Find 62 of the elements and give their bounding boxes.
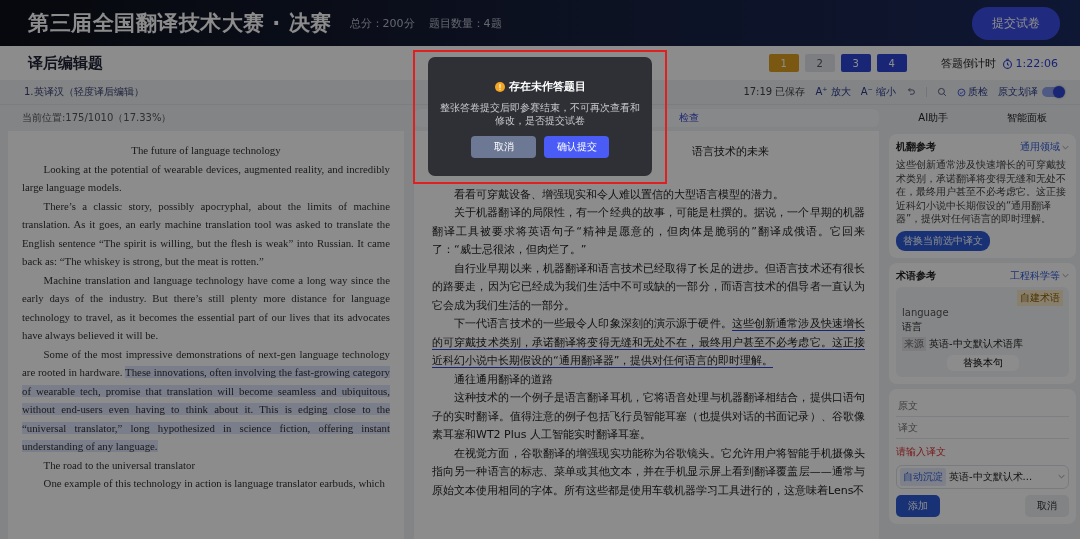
source-paragraph: Machine translation and language technology have come a long way since the early days of the industry. But there’s still plenty more distance for language technology to travel, as it becomes the essential part of our lives that its advocates have always believed it will be. bbox=[22, 272, 390, 343]
term-target: 语言 bbox=[902, 319, 923, 334]
total-score: 总分：200分 bbox=[349, 15, 415, 31]
dialog-title: 存在未作答题目 bbox=[508, 79, 586, 94]
search-icon[interactable] bbox=[937, 87, 947, 97]
quality-check-button[interactable]: 质检 bbox=[957, 85, 988, 99]
translation-paragraph[interactable]: 关于机器翻译的局限性，有一个经典的故事，可能是杜撰的。据说，一个早期的机器翻译工具被要求将英语句子“精神是愿意的，但肉体是脆弱的”翻译成俄语。它回来了：“威士忌很浓，但肉烂了。” bbox=[432, 204, 865, 260]
confirm-submit-button[interactable]: 确认提交 bbox=[544, 136, 609, 158]
cancel-button[interactable]: 取消 bbox=[1025, 494, 1069, 517]
chevron-down-icon bbox=[1058, 474, 1065, 479]
translation-paragraph[interactable]: 在视觉方面，谷歌翻译的增强现实功能称为谷歌镜头。它允许用户将智能手机摄像头指向另一种语言的标志、菜单或其他文本，并在手机显示屏上看到翻译覆盖层——通常与原始文本使用相同的字体。所有这些都是使用车载机器学习工具进行的，这意味着Lens不 bbox=[432, 444, 865, 500]
add-button[interactable]: 添加 bbox=[896, 494, 940, 517]
dialog-message: 整张答卷提交后即参赛结束，不可再次查看和修改，是否提交试卷 bbox=[440, 101, 640, 127]
countdown-label: 答题倒计时 bbox=[940, 55, 996, 71]
domain-dropdown[interactable]: 通用领域 bbox=[1020, 140, 1069, 154]
question-title: 1.英译汉（轻度译后编辑） bbox=[24, 85, 144, 99]
source-paragraph: There’s a classic story, possibly apocryphal, about the limits of machine translation. As it goes, an early machine translation tool was asked to translate the English sentence “The spirit is willing, but the flesh is weak” into Russian. It came back as: “The whiskey is strong, but the meat is rotten.” bbox=[22, 198, 390, 269]
check-link[interactable]: 检查 bbox=[679, 111, 699, 125]
zoom-out-button[interactable]: A⁻ 缩小 bbox=[860, 85, 896, 99]
undo-icon[interactable] bbox=[906, 87, 916, 97]
save-status: 17:19 已保存 bbox=[743, 85, 806, 99]
translation-paragraph[interactable]: 下一代语言技术的一些最令人印象深刻的演示源于硬件。这些创新通常涉及快速增长的可穿戴技术类别，承诺翻译将变得无缝和无处不在，最终用户甚至不必考虑它。这正接近科幻小说中长期假设的“通用翻译器”，提供对任何语言的即时理解。 bbox=[432, 315, 865, 371]
chevron-down-icon bbox=[1062, 144, 1069, 150]
panel-tab[interactable]: 智能面板 bbox=[1000, 110, 1053, 126]
check-circle-icon bbox=[957, 87, 966, 97]
translation-paragraph[interactable]: 看看可穿戴设备、增强现实和令人难以置信的大型语言模型的潜力。 bbox=[432, 185, 865, 204]
error-message: 请输入译文 bbox=[896, 444, 947, 459]
question-count: 题目数量：4题 bbox=[428, 15, 502, 31]
source-paragraph: Looking at the potential of wearable devices, augmented reality, and incredibly large language models. bbox=[22, 161, 390, 195]
section-title: 译后编辑题 bbox=[28, 53, 103, 73]
toggle-label: 原文划译 bbox=[998, 85, 1038, 99]
termbase-select[interactable]: 自动沉淀 英语-中文默认术... bbox=[896, 464, 1069, 489]
zoom-in-button[interactable]: A⁺ 放大 bbox=[815, 85, 851, 99]
term-origin: 英语-中文默认术语库 bbox=[929, 336, 1023, 351]
replace-sentence-button[interactable]: 替换本句 bbox=[946, 354, 1019, 371]
warning-icon bbox=[494, 81, 505, 92]
position-indicator: 当前位置:175/1010（17.33%） bbox=[21, 111, 173, 125]
question-number-button[interactable]: 3 bbox=[840, 54, 871, 72]
mt-text: 这些创新通常涉及快速增长的可穿戴技术类别，承诺翻译将变得无缝和无处不在，最终用户甚至不必考虑它。这正接近科幻小说中长期假设的“通用翻译器”，提供对任何语言的即时理解。 bbox=[896, 158, 1067, 226]
domain-dropdown[interactable]: 工程科学等 bbox=[1010, 268, 1069, 283]
translation-paragraph[interactable]: 自行业早期以来，机器翻译和语言技术已经取得了长足的进步。但语言技术还有很长的路要走，因为它已经成为我们生活中不可或缺的一部分，而语言技术的倡导者一直认为它会成为我们生活的一部分。 bbox=[432, 259, 865, 315]
card-title: 术语参考 bbox=[896, 268, 936, 283]
translation-paragraph[interactable]: 这种技术的一个例子是语言翻译耳机，它将语音处理与机器翻译相结合，提供口语句子的实时翻译。值得注意的例子包括飞行员智能耳塞（也提供对话的书面记录）、谷歌像素耳塞和WT2 Plus 人工智能实时翻译耳塞。 bbox=[432, 389, 865, 445]
chevron-down-icon bbox=[1062, 273, 1069, 278]
countdown-time: 1:22:06 bbox=[1015, 56, 1058, 70]
term-source: language bbox=[902, 306, 950, 318]
source-paragraph: The road to the universal translator bbox=[42, 457, 196, 473]
term-badge: 自建术语 bbox=[1017, 289, 1063, 306]
question-number-button[interactable]: 4 bbox=[876, 54, 907, 72]
cancel-button[interactable]: 取消 bbox=[471, 136, 536, 158]
translation-paragraph[interactable]: 通往通用翻译的道路 bbox=[432, 370, 865, 389]
timer-icon bbox=[1001, 57, 1013, 69]
source-paragraph: The future of language technology bbox=[130, 143, 282, 158]
replace-selection-button[interactable]: 替换当前选中译文 bbox=[896, 230, 990, 251]
source-paragraph: One example of this technology in action is language translator earbuds, which bbox=[42, 476, 386, 491]
toggle-switch[interactable] bbox=[1042, 87, 1064, 97]
contest-title: 第三届全国翻译技术大赛 · 决赛 bbox=[28, 10, 332, 37]
card-title: 机翻参考 bbox=[896, 140, 936, 154]
origin-tag: 来源 bbox=[902, 336, 926, 351]
panel-tab[interactable]: AI助手 bbox=[912, 110, 955, 126]
question-number-button[interactable]: 2 bbox=[804, 54, 835, 72]
submit-button[interactable]: 提交试卷 bbox=[972, 6, 1060, 40]
